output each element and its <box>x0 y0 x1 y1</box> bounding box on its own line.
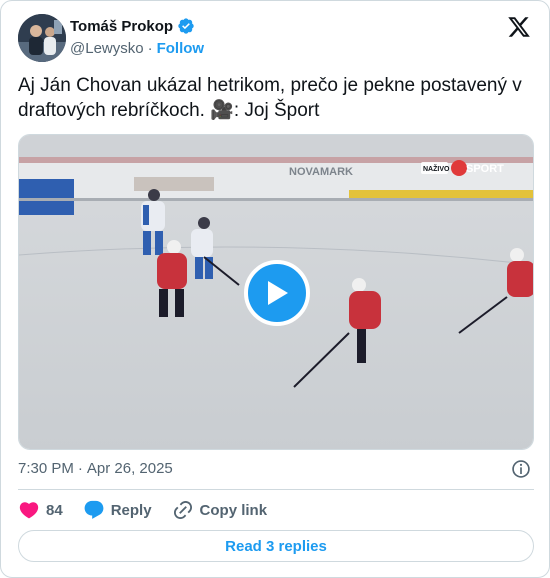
follow-button[interactable]: Follow <box>157 40 205 57</box>
like-count: 84 <box>46 501 63 519</box>
copy-link-label: Copy link <box>199 501 268 519</box>
avatar[interactable] <box>18 14 66 62</box>
live-badge: NAŽIVO <box>423 164 450 173</box>
author-name-row: Tomáš Prokop <box>70 17 195 35</box>
tweet-text: Aj Ján Chovan ukázal hetrikom, prečo je … <box>18 75 522 121</box>
like-button[interactable]: 84 <box>18 499 63 521</box>
timestamp-separator: · <box>77 460 83 477</box>
author-handle-row: @Lewysko · Follow <box>70 40 204 57</box>
tweet-date: Apr 26, 2025 <box>86 460 173 477</box>
avatar-image <box>18 14 66 62</box>
board-text: NOVAMARK <box>289 166 353 178</box>
channel-logo-text: SPORT <box>466 163 504 175</box>
divider <box>18 489 534 490</box>
author-display-name[interactable]: Tomáš Prokop <box>70 18 173 35</box>
tweet-card: Tomáš Prokop @Lewysko · Follow Aj Ján Ch… <box>0 0 550 578</box>
read-replies-button[interactable]: Read 3 replies <box>18 530 534 562</box>
tweet-timestamp[interactable]: 7:30 PM · Apr 26, 2025 <box>18 460 173 477</box>
reply-button[interactable]: Reply <box>83 499 152 521</box>
info-icon[interactable] <box>511 459 531 479</box>
verified-badge-icon <box>177 17 195 35</box>
tweet-time: 7:30 PM <box>18 460 74 477</box>
play-icon <box>268 281 288 305</box>
reply-bubble-icon <box>84 500 104 519</box>
heart-icon <box>19 502 39 519</box>
handle-separator: · <box>147 40 153 57</box>
action-bar: 84 Reply Copy link <box>18 498 287 522</box>
play-button[interactable] <box>244 260 310 326</box>
link-icon <box>173 500 192 520</box>
author-handle[interactable]: @Lewysko <box>70 40 144 57</box>
copy-link-button[interactable]: Copy link <box>172 499 268 521</box>
reply-label: Reply <box>110 501 152 519</box>
x-logo-icon[interactable] <box>507 15 531 39</box>
video-player[interactable]: NOVAMARK NAŽIVO SPORT <box>18 134 534 450</box>
